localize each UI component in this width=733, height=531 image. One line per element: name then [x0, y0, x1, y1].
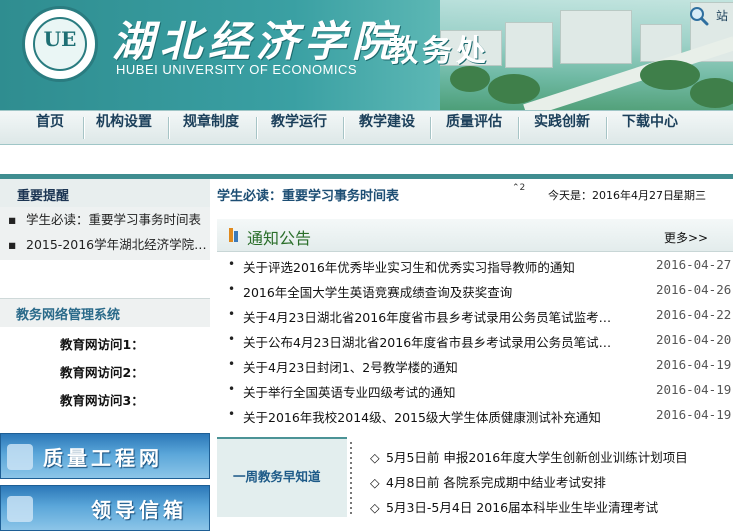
nav-site-link[interactable]: 站 [716, 0, 728, 33]
nav-regulations[interactable]: 规章制度 [172, 111, 250, 144]
mail-icon [7, 496, 33, 522]
bullet-icon: • [228, 357, 236, 371]
bullet-icon: • [228, 382, 236, 396]
school-name-en: HUBEI UNIVERSITY OF ECONOMICS [116, 62, 358, 77]
department-title: 教务处 [388, 34, 490, 69]
school-name-cn: 湖北经济学院 [112, 17, 401, 66]
bullet-icon: • [228, 257, 236, 271]
diamond-icon: ◇ [370, 450, 380, 465]
notice-row[interactable]: • 关于4月23日封闭1、2号教学楼的通知 2016-04-19 [217, 353, 733, 378]
system-link-1[interactable]: 教育网访问1： [60, 334, 144, 353]
current-date: 2016年4月27日 [592, 189, 674, 202]
nav-organization[interactable]: 机构设置 [86, 111, 162, 144]
university-logo: UE [22, 6, 98, 82]
weekly-item[interactable]: ◇ 5月3日-5月4日 2016届本科毕业生毕业清理考试 [370, 497, 658, 521]
nav-home[interactable]: 首页 [20, 111, 80, 144]
reminder-item[interactable]: ▪ 2015-2016学年湖北经济学院校历 [0, 234, 210, 256]
search-icon[interactable] [689, 6, 709, 26]
notice-row[interactable]: • 关于举行全国英语专业四级考试的通知 2016-04-19 [217, 378, 733, 403]
bullet-icon: • [228, 407, 236, 421]
weekly-label: 一周教务早知道 [233, 469, 321, 484]
bullet-icon: ▪ [8, 237, 17, 252]
nav-teaching-construction[interactable]: 教学建设 [348, 111, 426, 144]
bar-icon [229, 228, 238, 242]
date-label: 今天是： [548, 189, 592, 202]
main-nav: 首页 机构设置 规章制度 教学运行 教学建设 质量评估 实践创新 下载中心 [0, 110, 733, 145]
notice-row[interactable]: • 关于评选2016年优秀毕业实习生和优秀实习指导教师的通知 2016-04-2… [217, 253, 733, 278]
ticker-link[interactable]: 学生必读：重要学习事务时间表 [217, 185, 399, 204]
notice-row[interactable]: • 关于公布4月23日湖北省2016年度省市县乡考试录用公务员笔试湖北经济学院考… [217, 328, 733, 353]
diamond-icon: ◇ [370, 475, 380, 490]
system-link-2[interactable]: 教育网访问2： [60, 362, 144, 381]
diamond-icon: ◇ [370, 500, 380, 515]
bullet-icon: ▪ [8, 212, 17, 227]
notice-row[interactable]: • 2016年全国大学生英语竞赛成绩查询及获奖查询 2016-04-26 [217, 278, 733, 303]
weekday: 星期三 [673, 189, 706, 202]
dotted-divider [350, 442, 352, 515]
notice-row[interactable]: • 关于2016年我校2014级、2015级大学生体质健康测试补充通知 2016… [217, 403, 733, 428]
nav-teaching-operation[interactable]: 教学运行 [260, 111, 338, 144]
notice-row[interactable]: • 关于4月23日湖北省2016年度省市县乡考试录用公务员笔试监考人员的通知 2… [217, 303, 733, 328]
weekly-item[interactable]: ◇ 4月8日前 各院系完成期中结业考试安排 [370, 472, 606, 496]
nav-download-center[interactable]: 下载中心 [611, 111, 689, 144]
nav-quality-assessment[interactable]: 质量评估 [435, 111, 513, 144]
bullet-icon: • [228, 307, 236, 321]
bullet-icon: • [228, 282, 236, 296]
reminder-title: 重要提醒 [17, 189, 70, 204]
system-title: 教务网络管理系统 [16, 308, 121, 323]
notice-title: 通知公告 [247, 229, 312, 248]
bullet-icon: • [228, 332, 236, 346]
quality-engineering-banner[interactable]: 质量工程网 [0, 433, 210, 479]
system-link-3[interactable]: 教育网访问3： [60, 390, 144, 409]
notice-more-link[interactable]: 更多>> [664, 229, 708, 246]
weekly-item[interactable]: ◇ 5月5日前 申报2016年度大学生创新创业训练计划项目 [370, 447, 688, 471]
ticker-mark: ⌃2 [512, 183, 526, 193]
leader-mailbox-banner[interactable]: 领导信箱 [0, 485, 210, 531]
nav-practice-innovation[interactable]: 实践创新 [523, 111, 601, 144]
reminder-item[interactable]: ▪ 学生必读：重要学习事务时间表 [0, 209, 210, 231]
building-icon [7, 444, 33, 470]
